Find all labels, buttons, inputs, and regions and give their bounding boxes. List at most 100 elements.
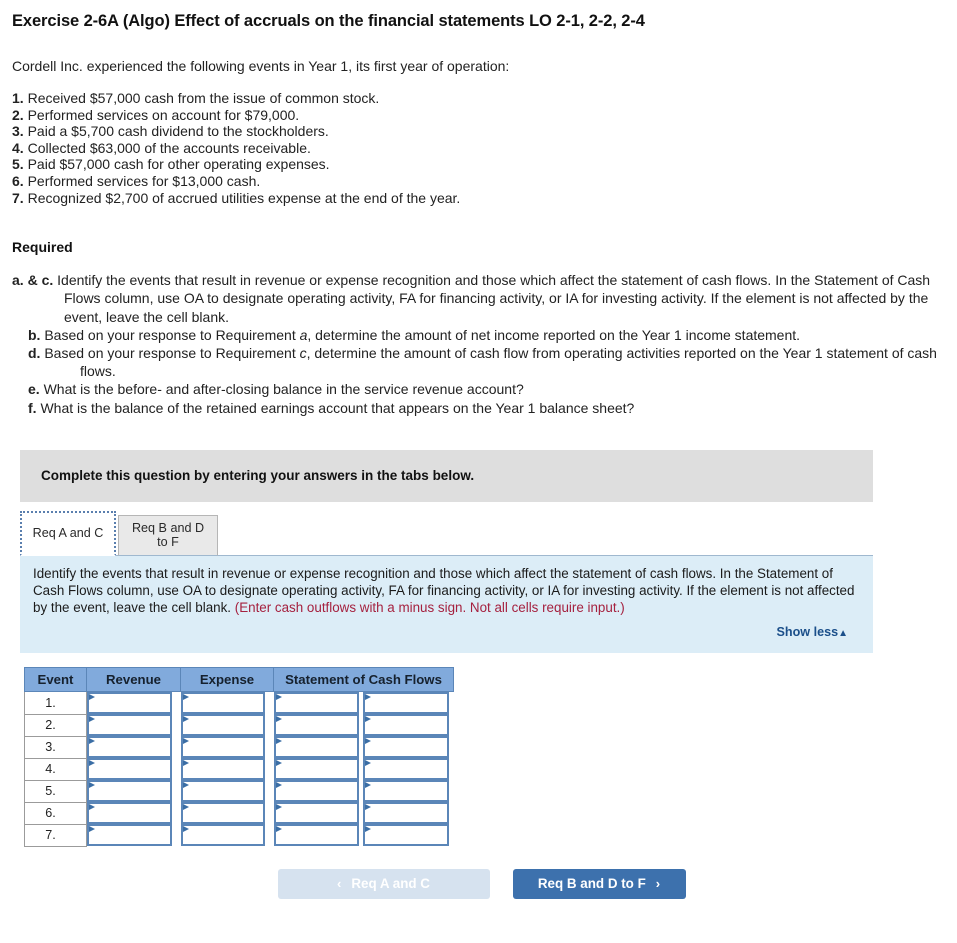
- scf-amount-input[interactable]: [273, 736, 359, 759]
- scf-activity-input[interactable]: [362, 736, 449, 759]
- cell-expense[interactable]: [180, 758, 274, 781]
- requirement-text: Based on your response to Requirement: [44, 326, 300, 343]
- row-event-number: 1.: [24, 691, 87, 715]
- scf-amount-input[interactable]: [273, 824, 359, 847]
- cell-scf-amount[interactable]: [273, 691, 363, 715]
- row-event-number: 7.: [24, 824, 87, 847]
- cell-scf-amount[interactable]: [273, 758, 363, 781]
- revenue-input[interactable]: [87, 824, 172, 847]
- scf-amount-input[interactable]: [273, 802, 359, 825]
- table-row: 6.: [24, 802, 454, 825]
- show-less-link[interactable]: Show less▲: [777, 625, 849, 639]
- expense-input[interactable]: [180, 714, 265, 737]
- cell-revenue[interactable]: [86, 736, 181, 759]
- requirement-text: Based on your response to Requirement: [44, 344, 300, 361]
- cell-expense[interactable]: [180, 736, 274, 759]
- scf-activity-input[interactable]: [362, 692, 449, 715]
- scf-amount-input[interactable]: [273, 758, 359, 781]
- requirement-ref: c: [299, 344, 307, 361]
- expense-input[interactable]: [180, 824, 265, 847]
- scf-activity-input[interactable]: [362, 758, 449, 781]
- expense-input[interactable]: [180, 736, 265, 759]
- revenue-input[interactable]: [87, 736, 172, 759]
- next-button-label: Req B and D to F: [537, 876, 646, 892]
- cell-expense[interactable]: [180, 780, 274, 803]
- cell-scf-amount[interactable]: [273, 714, 363, 737]
- cell-expense[interactable]: [180, 714, 274, 737]
- event-text: Collected $63,000 of the accounts receiv…: [27, 139, 311, 156]
- revenue-input[interactable]: [87, 780, 172, 803]
- cell-scf-amount[interactable]: [273, 736, 363, 759]
- cell-scf-activity[interactable]: [362, 824, 454, 847]
- revenue-input[interactable]: [87, 714, 172, 737]
- cell-scf-activity[interactable]: [362, 691, 454, 715]
- cell-scf-activity[interactable]: [362, 780, 454, 803]
- table-row: 2.: [24, 714, 454, 737]
- info-panel-note: (Enter cash outflows with a minus sign. …: [234, 600, 625, 616]
- list-item: 3. Paid a $5,700 cash dividend to the st…: [12, 123, 947, 140]
- tab-req-a-and-c[interactable]: Req A and C: [20, 510, 116, 556]
- list-item: 5. Paid $57,000 cash for other operating…: [12, 156, 947, 173]
- column-header-event: Event: [24, 667, 87, 693]
- cell-revenue[interactable]: [86, 714, 181, 737]
- requirement-label: d.: [28, 344, 41, 361]
- row-event-number: 5.: [24, 780, 87, 803]
- revenue-input[interactable]: [87, 758, 172, 781]
- caret-up-icon: ▲: [838, 628, 848, 640]
- column-header-revenue: Revenue: [86, 667, 181, 693]
- cell-scf-amount[interactable]: [273, 824, 363, 847]
- navigation-buttons: ‹ Req A and C Req B and D to F ›: [10, 868, 947, 899]
- requirement-text: Identify the events that result in reven…: [57, 272, 931, 325]
- expense-input[interactable]: [180, 758, 265, 781]
- cell-scf-activity[interactable]: [362, 736, 454, 759]
- page-title: Exercise 2-6A (Algo) Effect of accruals …: [12, 12, 645, 30]
- cell-scf-amount[interactable]: [273, 780, 363, 803]
- prev-req-a-and-c-button[interactable]: ‹ Req A and C: [277, 868, 490, 899]
- answer-table-wrap: Event Revenue Expense Statement of Cash …: [24, 667, 947, 847]
- event-text: Paid a $5,700 cash dividend to the stock…: [27, 123, 329, 140]
- scf-activity-input[interactable]: [362, 780, 449, 803]
- requirement-label: f.: [28, 399, 37, 416]
- requirement-b: b. Based on your response to Requirement…: [12, 326, 947, 344]
- requirement-ac: a. & c. Identify the events that result …: [12, 271, 947, 326]
- cell-scf-amount[interactable]: [273, 802, 363, 825]
- tab-label: Req A and C: [32, 526, 104, 541]
- chevron-left-icon: ‹: [337, 876, 342, 892]
- table-row: 1.: [24, 691, 454, 715]
- cell-expense[interactable]: [180, 802, 274, 825]
- table-row: 7.: [24, 824, 454, 847]
- scf-activity-input[interactable]: [362, 824, 449, 847]
- cell-revenue[interactable]: [86, 824, 181, 847]
- prev-button-label: Req A and C: [351, 876, 430, 892]
- cell-revenue[interactable]: [86, 802, 181, 825]
- expense-input[interactable]: [180, 802, 265, 825]
- scf-amount-input[interactable]: [273, 692, 359, 715]
- scf-amount-input[interactable]: [273, 714, 359, 737]
- table-row: 4.: [24, 758, 454, 781]
- cell-expense[interactable]: [180, 824, 274, 847]
- tab-req-b-and-d-to-f[interactable]: Req B and D to F: [118, 514, 218, 556]
- table-header-row: Event Revenue Expense Statement of Cash …: [24, 667, 454, 693]
- next-req-b-and-d-to-f-button[interactable]: Req B and D to F ›: [512, 868, 686, 899]
- info-panel: Identify the events that result in reven…: [20, 555, 873, 654]
- revenue-input[interactable]: [87, 802, 172, 825]
- answer-table: Event Revenue Expense Statement of Cash …: [24, 667, 454, 847]
- cell-expense[interactable]: [180, 691, 274, 715]
- expense-input[interactable]: [180, 692, 265, 715]
- scf-activity-input[interactable]: [362, 714, 449, 737]
- info-panel-text: Identify the events that result in reven…: [33, 565, 860, 617]
- instruction-banner: Complete this question by entering your …: [20, 449, 873, 502]
- cell-scf-activity[interactable]: [362, 802, 454, 825]
- cell-revenue[interactable]: [86, 780, 181, 803]
- row-event-number: 6.: [24, 802, 87, 825]
- cell-scf-activity[interactable]: [362, 758, 454, 781]
- expense-input[interactable]: [180, 780, 265, 803]
- cell-scf-activity[interactable]: [362, 714, 454, 737]
- scf-activity-input[interactable]: [362, 802, 449, 825]
- event-text: Paid $57,000 cash for other operating ex…: [27, 156, 330, 173]
- scf-amount-input[interactable]: [273, 780, 359, 803]
- cell-revenue[interactable]: [86, 691, 181, 715]
- revenue-input[interactable]: [87, 692, 172, 715]
- chevron-right-icon: ›: [655, 876, 661, 892]
- cell-revenue[interactable]: [86, 758, 181, 781]
